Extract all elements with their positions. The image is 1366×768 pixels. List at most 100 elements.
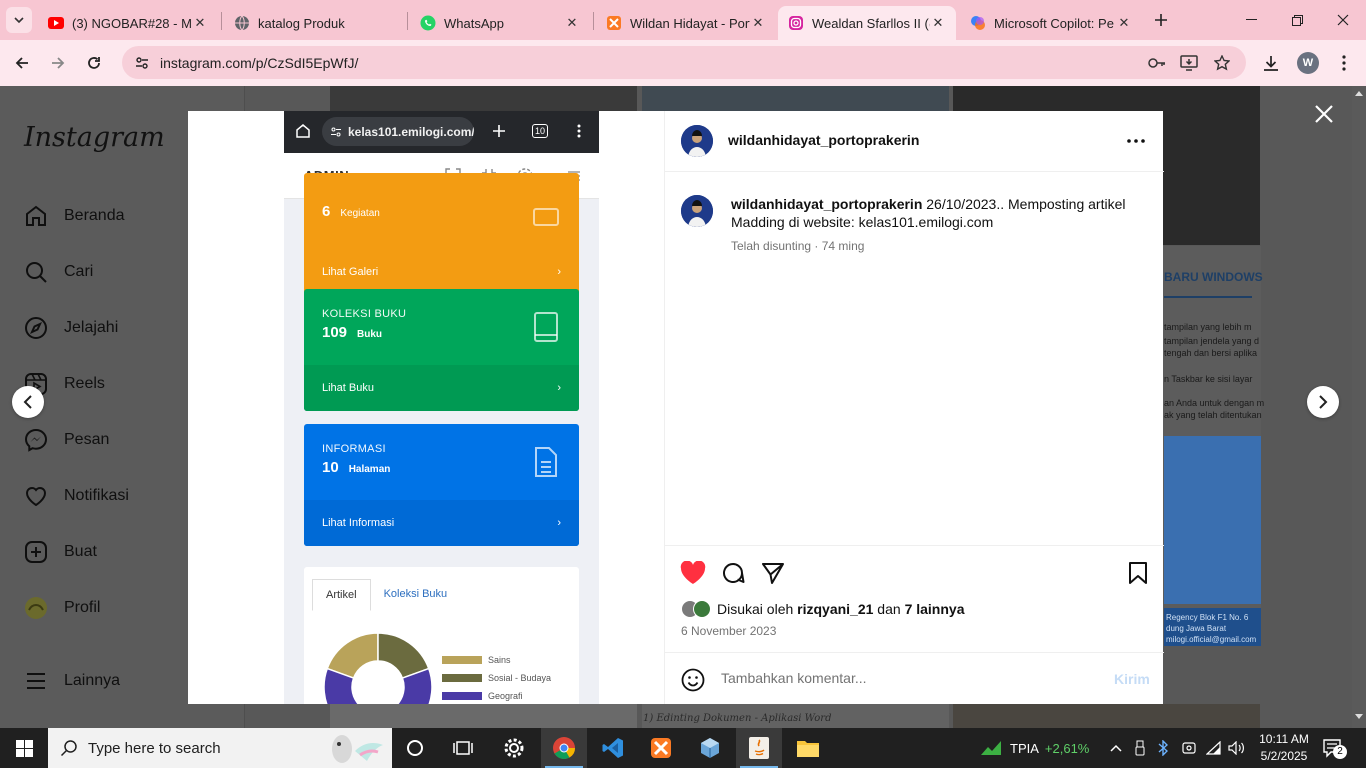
heart-filled-icon <box>680 561 706 584</box>
search-icon <box>24 260 48 284</box>
notification-center-button[interactable]: 2 <box>1322 728 1347 768</box>
system-clock[interactable]: 10:11 AM 5/2/2025 <box>1252 731 1316 765</box>
volume-icon[interactable] <box>1228 728 1246 768</box>
profile-avatar[interactable]: W <box>1297 52 1319 74</box>
page-scrollbar[interactable] <box>1352 86 1366 728</box>
usb-device-icon[interactable] <box>1135 728 1145 768</box>
liked-by-user[interactable]: rizqyani_21 <box>797 601 873 617</box>
taskbar-vscode[interactable] <box>590 728 636 768</box>
close-tab-icon[interactable]: ✕ <box>564 15 580 31</box>
next-post-button[interactable] <box>1307 386 1339 418</box>
download-icon[interactable] <box>1262 54 1280 72</box>
post-options-button[interactable] <box>1125 131 1147 151</box>
back-button[interactable] <box>7 48 37 78</box>
network-icon[interactable] <box>1206 728 1222 768</box>
cortana-button[interactable] <box>392 728 438 768</box>
taskbar-java[interactable] <box>736 728 782 768</box>
taskbar-chrome[interactable] <box>541 728 587 768</box>
instagram-logo[interactable]: Instagram <box>24 122 165 153</box>
post-media[interactable]: kelas101.emilogi.com/a 10 ADMIN 6K <box>188 111 664 704</box>
document-icon <box>535 447 557 477</box>
install-app-icon[interactable] <box>1180 54 1198 72</box>
taskbar-search-box[interactable]: Type here to search <box>48 728 392 768</box>
stock-chart-icon <box>981 741 1001 755</box>
doc-footer-bar: Regency Blok F1 No. 6 dung Jawa Barat mi… <box>1164 608 1261 646</box>
legend-item: Geografi <box>442 691 523 701</box>
legend-swatch <box>442 656 482 664</box>
comment-input[interactable] <box>721 670 1101 686</box>
background-handwritten-note: 1) Edinting Dokumen - Aplikasi Word <box>643 713 832 724</box>
browser-tab-katalog[interactable]: katalog Produk <box>224 6 404 40</box>
windows-logo-icon <box>15 739 33 757</box>
reload-button[interactable] <box>79 48 109 78</box>
previous-post-button[interactable] <box>12 386 44 418</box>
close-post-button[interactable] <box>1312 102 1336 126</box>
browser-tab-whatsapp[interactable]: WhatsApp ✕ <box>410 6 590 40</box>
taskbar-settings[interactable] <box>491 728 537 768</box>
nav-item-pesan[interactable]: Pesan <box>24 425 109 455</box>
password-key-icon[interactable] <box>1148 54 1166 72</box>
post-date[interactable]: 6 November 2023 <box>681 624 776 638</box>
bluetooth-icon[interactable] <box>1158 728 1168 768</box>
legend-item: Sosial - Budaya <box>442 673 551 683</box>
author-avatar[interactable] <box>681 125 713 157</box>
card-number: 10 <box>322 459 339 476</box>
browser-tab-portfolio[interactable]: Wildan Hidayat - Port ✕ <box>596 6 776 40</box>
card-link-label: Lihat Informasi <box>322 517 395 529</box>
doc-screenshot-image <box>1164 436 1261 604</box>
caption-author-avatar[interactable] <box>681 195 713 227</box>
nav-item-lainnya[interactable]: Lainnya <box>24 666 120 696</box>
post-actions: Disukai oleh rizqyani_21 dan 7 lainnya 6… <box>665 545 1164 704</box>
close-tab-icon[interactable]: ✕ <box>930 15 946 31</box>
browser-toolbar: instagram.com/p/CzSdI5EpWfJ/ W <box>0 40 1366 86</box>
nav-item-beranda[interactable]: Beranda <box>24 201 125 231</box>
emoji-icon[interactable] <box>681 668 705 697</box>
menu-icon <box>24 669 48 693</box>
task-view-button[interactable] <box>440 728 486 768</box>
bookmark-star-icon[interactable] <box>1213 54 1231 72</box>
nav-item-jelajahi[interactable]: Jelajahi <box>24 313 118 343</box>
nav-item-cari[interactable]: Cari <box>24 257 93 287</box>
comment-button[interactable] <box>720 560 746 586</box>
close-window-button[interactable] <box>1320 0 1366 40</box>
browser-tab-copilot[interactable]: Microsoft Copilot: Pe ✕ <box>960 6 1142 40</box>
minimize-button[interactable] <box>1228 0 1274 40</box>
close-tab-icon[interactable]: ✕ <box>192 15 208 31</box>
nav-item-buat[interactable]: Buat <box>24 537 97 567</box>
liker-avatar[interactable] <box>693 600 711 618</box>
tab-search-button[interactable] <box>6 7 32 33</box>
start-button[interactable] <box>0 728 48 768</box>
nav-item-notifikasi[interactable]: Notifikasi <box>24 481 129 511</box>
legend-swatch <box>442 692 482 700</box>
save-button[interactable] <box>1125 560 1151 586</box>
grid-post-thumbnail[interactable] <box>330 704 637 728</box>
post-comment-button[interactable]: Kirim <box>1114 671 1150 687</box>
grid-post-thumbnail[interactable] <box>642 86 949 111</box>
stock-widget[interactable]: TPIA +2,61% <box>980 728 1089 768</box>
address-bar[interactable]: instagram.com/p/CzSdI5EpWfJ/ <box>122 46 1246 79</box>
nav-label: Jelajahi <box>64 319 119 336</box>
new-tab-button[interactable] <box>1148 8 1174 32</box>
kebab-menu-icon[interactable] <box>1335 54 1353 72</box>
close-tab-icon[interactable]: ✕ <box>1116 15 1132 31</box>
liked-by-others[interactable]: 7 lainnya <box>905 601 965 617</box>
like-button[interactable] <box>680 560 706 586</box>
close-tab-icon[interactable]: ✕ <box>750 15 766 31</box>
taskbar-file-explorer[interactable] <box>785 728 831 768</box>
nav-item-profil[interactable]: Profil <box>24 593 100 623</box>
category-donut-chart <box>323 632 433 704</box>
share-button[interactable] <box>760 560 786 586</box>
forward-button[interactable] <box>43 48 73 78</box>
show-hidden-icons-button[interactable] <box>1110 728 1122 768</box>
taskbar-xampp[interactable] <box>638 728 684 768</box>
taskbar-virtualbox[interactable] <box>687 728 733 768</box>
grid-post-thumbnail[interactable] <box>330 86 637 111</box>
meet-camera-icon[interactable] <box>1182 728 1196 768</box>
site-info-icon[interactable] <box>134 55 154 71</box>
browser-tab-instagram[interactable]: Wealdan Sfarllos II (@ ✕ <box>778 6 956 40</box>
browser-tab-youtube[interactable]: (3) NGOBAR#28 - Me ✕ <box>38 6 218 40</box>
author-username[interactable]: wildanhidayat_portoprakerin <box>728 132 919 148</box>
restore-button[interactable] <box>1274 0 1320 40</box>
grid-post-thumbnail[interactable] <box>953 704 1260 728</box>
caption-username[interactable]: wildanhidayat_portoprakerin <box>731 196 922 212</box>
